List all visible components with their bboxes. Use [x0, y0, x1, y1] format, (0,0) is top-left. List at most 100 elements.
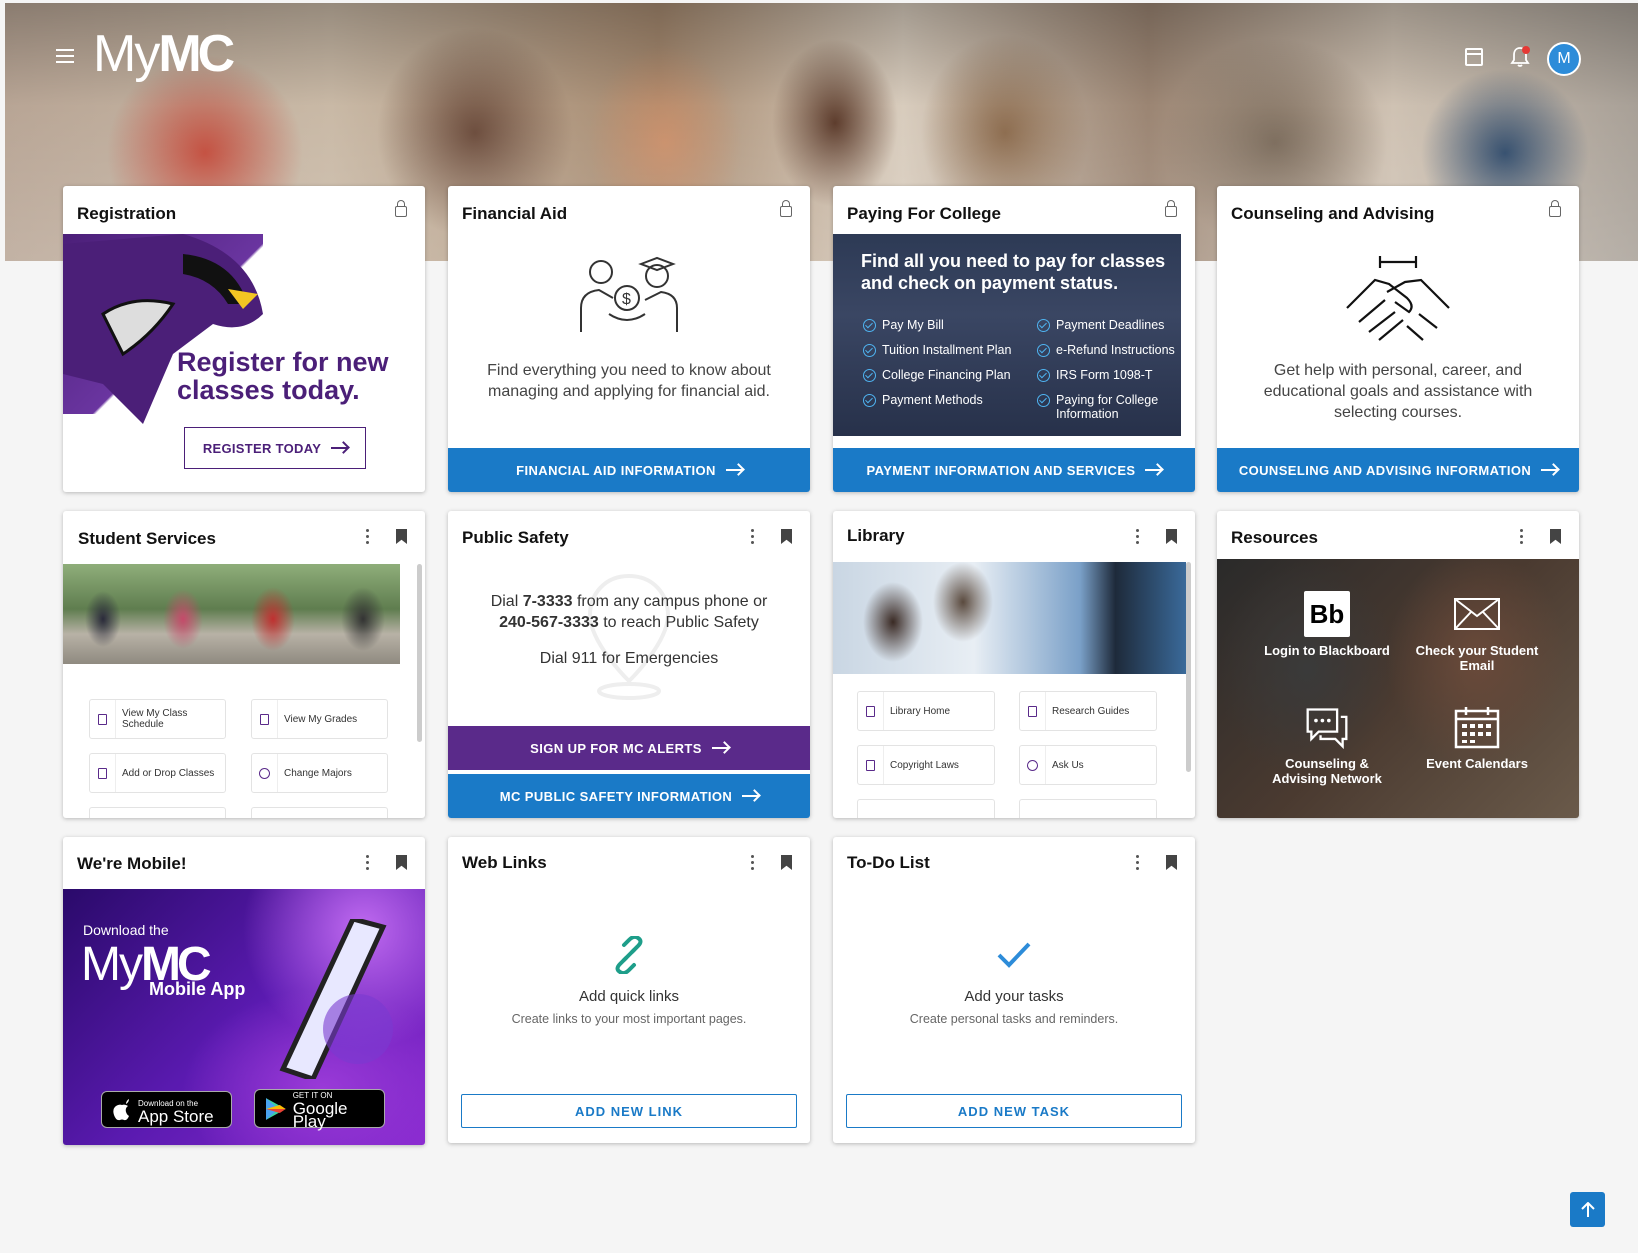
financial-aid-card: Financial Aid $ Find everything you need… — [448, 186, 810, 492]
bookmark-icon[interactable] — [781, 855, 792, 870]
view-class-schedule-link[interactable]: View My Class Schedule — [89, 699, 226, 739]
scrollbar[interactable] — [1186, 562, 1191, 772]
link-label: Ask Us — [1052, 759, 1084, 771]
menu-icon[interactable] — [56, 49, 74, 67]
lock-icon — [780, 200, 792, 217]
research-guides-link[interactable]: Research Guides — [1019, 691, 1157, 731]
counseling-network-link[interactable]: Counseling & Advising Network — [1257, 704, 1397, 786]
students-photo — [63, 564, 400, 664]
financial-aid-illustration-icon: $ — [580, 256, 678, 332]
more-options-icon[interactable] — [366, 855, 370, 871]
arrow-right-icon — [1145, 469, 1162, 471]
card-title: Counseling and Advising — [1231, 204, 1435, 223]
card-title: Public Safety — [462, 528, 569, 547]
financial-aid-information-button[interactable]: FINANCIAL AID INFORMATION — [448, 448, 810, 492]
download-text: Download the — [83, 922, 169, 938]
college-financing-plan-link[interactable]: College Financing Plan — [863, 368, 1011, 382]
public-safety-number: 240-567-3333 — [499, 614, 599, 631]
button-label: PAYMENT INFORMATION AND SERVICES — [866, 462, 1136, 478]
tuition-installment-plan-link[interactable]: Tuition Installment Plan — [863, 343, 1011, 357]
google-play-button[interactable]: GET IT ON Google Play — [254, 1089, 385, 1130]
document-icon — [98, 767, 107, 779]
more-options-icon[interactable] — [1136, 855, 1140, 871]
blackboard-icon: Bb — [1304, 591, 1350, 637]
sign-up-mc-alerts-button[interactable]: SIGN UP FOR MC ALERTS — [448, 726, 810, 770]
link-partial[interactable] — [857, 799, 995, 818]
arrow-right-icon — [331, 447, 348, 449]
counseling-information-button[interactable]: COUNSELING AND ADVISING INFORMATION — [1217, 448, 1579, 492]
calendar-icon[interactable] — [1465, 48, 1483, 66]
add-new-task-button[interactable]: ADD NEW TASK — [846, 1094, 1182, 1128]
event-calendars-link[interactable]: Event Calendars — [1407, 704, 1547, 771]
bookmark-icon[interactable] — [1550, 529, 1561, 544]
blackboard-link[interactable]: Bb Login to Blackboard — [1257, 591, 1397, 658]
arrow-right-icon — [711, 747, 728, 749]
add-drop-classes-link[interactable]: Add or Drop Classes — [89, 753, 226, 793]
handshake-icon — [1346, 256, 1450, 341]
register-today-button[interactable]: REGISTER TODAY — [184, 427, 366, 469]
ask-us-link[interactable]: Ask Us — [1019, 745, 1157, 785]
library-photo — [833, 562, 1186, 674]
scrollbar[interactable] — [417, 564, 422, 742]
button-label: COUNSELING AND ADVISING INFORMATION — [1238, 462, 1532, 478]
empty-title: Add quick links — [578, 988, 680, 1005]
mobile-app-banner: Download the MyMC Mobile App Download on… — [63, 889, 425, 1145]
more-options-icon[interactable] — [1520, 529, 1524, 545]
mobile-app-card: We're Mobile! Download the MyMC Mobile A… — [63, 837, 425, 1145]
button-label: FINANCIAL AID INFORMATION — [516, 462, 716, 478]
notification-dot — [1522, 46, 1530, 54]
arrow-right-icon — [725, 469, 742, 471]
pay-my-bill-link[interactable]: Pay My Bill — [863, 318, 944, 332]
card-title: Paying For College — [847, 204, 1001, 223]
bookmark-icon[interactable] — [781, 529, 792, 544]
bookmark-icon[interactable] — [1166, 529, 1177, 544]
bookmark-icon[interactable] — [396, 529, 407, 544]
link-partial[interactable] — [251, 807, 388, 818]
change-majors-link[interactable]: Change Majors — [251, 753, 388, 793]
add-new-link-button[interactable]: ADD NEW LINK — [461, 1094, 797, 1128]
more-options-icon[interactable] — [751, 529, 755, 545]
payment-information-button[interactable]: PAYMENT INFORMATION AND SERVICES — [833, 448, 1195, 492]
mymc-logo[interactable]: MyMC — [93, 24, 235, 84]
phone-image — [279, 919, 393, 1079]
more-options-icon[interactable] — [1136, 529, 1140, 545]
scroll-to-top-button[interactable] — [1570, 1192, 1605, 1227]
link-label: e-Refund Instructions — [1056, 343, 1175, 357]
svg-text:$: $ — [622, 291, 631, 308]
registration-headline: Register for new classes today. — [177, 347, 389, 405]
paying-for-college-info-link[interactable]: Paying for College Information — [1037, 393, 1167, 421]
library-home-link[interactable]: Library Home — [857, 691, 995, 731]
library-card: Library Library Home Research Guides Cop… — [833, 511, 1195, 818]
card-title: Student Services — [78, 529, 216, 548]
view-grades-link[interactable]: View My Grades — [251, 699, 388, 739]
chat-bubbles-icon — [1304, 704, 1350, 750]
student-email-link[interactable]: Check your Student Email — [1407, 591, 1547, 673]
e-refund-instructions-link[interactable]: e-Refund Instructions — [1037, 343, 1175, 357]
link-partial[interactable] — [1019, 799, 1157, 818]
avatar[interactable]: M — [1547, 42, 1581, 76]
app-store-button[interactable]: Download on the App Store — [101, 1091, 232, 1128]
link-label: Pay My Bill — [882, 318, 944, 332]
empty-subtitle: Create links to your most important page… — [511, 1012, 747, 1026]
more-options-icon[interactable] — [751, 855, 755, 871]
bookmark-icon[interactable] — [396, 855, 407, 870]
public-safety-instructions: Dial 7-3333 from any campus phone or 240… — [458, 591, 800, 633]
link-partial[interactable] — [89, 807, 226, 818]
link-label: Paying for College Information — [1056, 393, 1159, 421]
more-options-icon[interactable] — [366, 529, 370, 545]
link-label: Copyright Laws — [890, 759, 959, 771]
apple-icon — [113, 1098, 129, 1120]
bell-icon[interactable] — [1510, 46, 1530, 68]
bookmark-icon[interactable] — [1166, 855, 1177, 870]
swap-icon — [259, 767, 270, 779]
copyright-laws-link[interactable]: Copyright Laws — [857, 745, 995, 785]
payment-deadlines-link[interactable]: Payment Deadlines — [1037, 318, 1164, 332]
check-circle-icon — [863, 319, 876, 332]
text-fragment: Dial — [490, 593, 523, 610]
registration-banner: Register for new classes today. REGISTER… — [63, 234, 411, 480]
payment-methods-link[interactable]: Payment Methods — [863, 393, 983, 407]
arrow-right-icon — [742, 795, 759, 797]
irs-form-1098t-link[interactable]: IRS Form 1098-T — [1037, 368, 1153, 382]
public-safety-information-button[interactable]: MC PUBLIC SAFETY INFORMATION — [448, 774, 810, 818]
calendar-grid-icon — [1454, 704, 1500, 750]
